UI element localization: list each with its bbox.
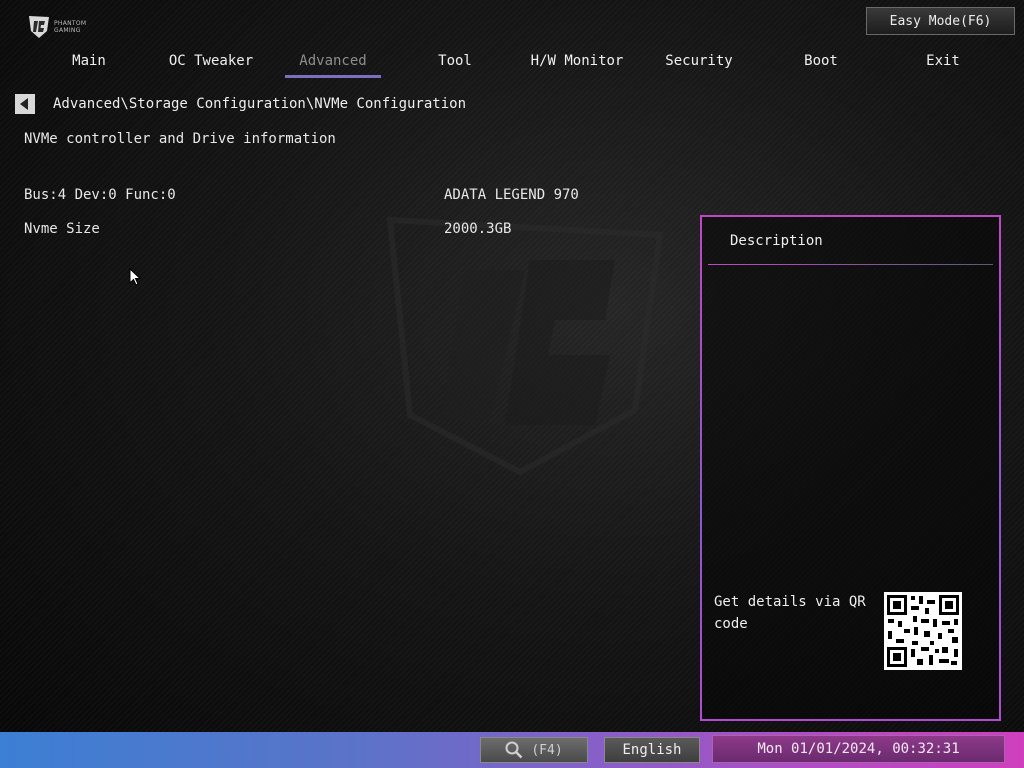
- brand-text: PHANTOM GAMING: [54, 20, 86, 34]
- info-row-value: 2000.3GB: [444, 221, 512, 237]
- tab-exit[interactable]: Exit: [882, 48, 1004, 78]
- datetime-display[interactable]: Mon 01/01/2024, 00:32:31: [712, 735, 1005, 763]
- info-row-label: Nvme Size: [24, 221, 100, 237]
- description-panel: Description Get details via QR code: [700, 215, 1001, 721]
- qr-code: [884, 592, 962, 670]
- easy-mode-button[interactable]: Easy Mode(F6): [866, 7, 1015, 35]
- tab-advanced[interactable]: Advanced: [285, 48, 381, 78]
- breadcrumb-row: Advanced\Storage Configuration\NVMe Conf…: [15, 94, 466, 114]
- tab-tool[interactable]: Tool: [394, 48, 516, 78]
- qr-hint-text: Get details via QR code: [714, 594, 866, 632]
- info-row-value: ADATA LEGEND 970: [444, 187, 579, 203]
- brand-line2: GAMING: [54, 27, 81, 34]
- search-shortcut: (F4): [531, 742, 563, 758]
- description-title: Description: [730, 233, 823, 249]
- back-button[interactable]: [15, 94, 35, 114]
- description-divider: [708, 264, 993, 265]
- brand-line1: PHANTOM: [54, 20, 87, 27]
- phantom-gaming-watermark: [386, 216, 664, 476]
- tab-boot[interactable]: Boot: [760, 48, 882, 78]
- info-row-label: Bus:4 Dev:0 Func:0: [24, 187, 176, 203]
- language-button[interactable]: English: [604, 737, 700, 763]
- info-row-bus: Bus:4 Dev:0 Func:0 ADATA LEGEND 970: [24, 187, 624, 207]
- info-row-size: Nvme Size 2000.3GB: [24, 221, 624, 241]
- back-arrow-icon: [20, 98, 28, 110]
- breadcrumb: Advanced\Storage Configuration\NVMe Conf…: [53, 96, 467, 112]
- mouse-pointer-icon: [129, 268, 141, 286]
- search-button[interactable]: (F4): [480, 737, 588, 763]
- qr-code-icon: [887, 595, 959, 667]
- tab-hw-monitor[interactable]: H/W Monitor: [516, 48, 638, 78]
- bottom-bar: (F4) English Mon 01/01/2024, 00:32:31: [0, 732, 1024, 768]
- tab-security[interactable]: Security: [638, 48, 760, 78]
- phantom-gaming-logo-icon: [29, 16, 49, 38]
- search-icon: [505, 741, 523, 759]
- section-title: NVMe controller and Drive information: [24, 131, 336, 147]
- tab-main[interactable]: Main: [28, 48, 150, 78]
- brand-logo: PHANTOM GAMING: [28, 14, 86, 40]
- tab-oc-tweaker[interactable]: OC Tweaker: [150, 48, 272, 78]
